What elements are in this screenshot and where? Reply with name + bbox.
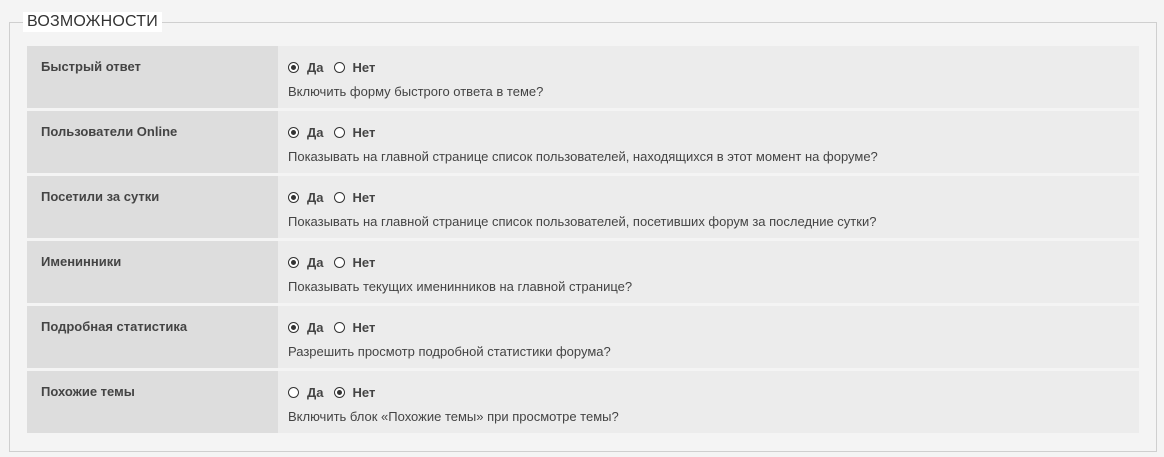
setting-row: Похожие темы Да Нет Включить блок «Похож… bbox=[27, 371, 1139, 433]
setting-label: Быстрый ответ bbox=[27, 46, 278, 108]
option-no[interactable]: Нет bbox=[333, 60, 376, 75]
setting-value: Да Нет Включить форму быстрого ответа в … bbox=[278, 46, 1139, 108]
option-no[interactable]: Нет bbox=[333, 255, 376, 270]
radio-yes[interactable] bbox=[288, 321, 299, 333]
radio-yes[interactable] bbox=[288, 191, 299, 203]
setting-value: Да Нет Показывать на главной странице сп… bbox=[278, 176, 1139, 238]
setting-description: Показывать текущих именинников на главно… bbox=[288, 279, 633, 294]
setting-value: Да Нет Включить блок «Похожие темы» при … bbox=[278, 371, 1139, 433]
option-no-label[interactable]: Нет bbox=[353, 125, 376, 140]
setting-description: Показывать на главной странице список по… bbox=[288, 149, 878, 164]
radio-group: Да Нет bbox=[288, 384, 1139, 400]
setting-description: Включить блок «Похожие темы» при просмот… bbox=[288, 409, 619, 424]
option-yes-label[interactable]: Да bbox=[307, 125, 324, 140]
radio-yes[interactable] bbox=[288, 256, 299, 268]
option-no-label[interactable]: Нет bbox=[353, 60, 376, 75]
setting-description: Разрешить просмотр подробной статистики … bbox=[288, 344, 611, 359]
option-yes-label[interactable]: Да bbox=[307, 60, 324, 75]
option-yes[interactable]: Да bbox=[288, 60, 324, 75]
setting-label: Посетили за сутки bbox=[27, 176, 278, 238]
setting-label: Именинники bbox=[27, 241, 278, 303]
radio-no[interactable] bbox=[333, 61, 345, 73]
radio-group: Да Нет bbox=[288, 189, 1139, 205]
radio-no[interactable] bbox=[333, 386, 345, 398]
setting-row: Подробная статистика Да Нет Разрешить пр… bbox=[27, 306, 1139, 368]
setting-value: Да Нет Показывать на главной странице сп… bbox=[278, 111, 1139, 173]
radio-group: Да Нет bbox=[288, 124, 1139, 140]
radio-group: Да Нет bbox=[288, 254, 1139, 270]
option-no[interactable]: Нет bbox=[333, 385, 376, 400]
setting-label: Подробная статистика bbox=[27, 306, 278, 368]
option-no[interactable]: Нет bbox=[333, 190, 376, 205]
setting-label: Похожие темы bbox=[27, 371, 278, 433]
setting-value: Да Нет Разрешить просмотр подробной стат… bbox=[278, 306, 1139, 368]
option-yes[interactable]: Да bbox=[288, 385, 324, 400]
option-yes-label[interactable]: Да bbox=[307, 190, 324, 205]
setting-description: Показывать на главной странице список по… bbox=[288, 214, 877, 229]
option-no-label[interactable]: Нет bbox=[353, 385, 376, 400]
radio-no[interactable] bbox=[333, 191, 345, 203]
option-yes-label[interactable]: Да bbox=[307, 385, 324, 400]
option-yes-label[interactable]: Да bbox=[307, 320, 324, 335]
setting-description: Включить форму быстрого ответа в теме? bbox=[288, 84, 544, 99]
radio-no[interactable] bbox=[333, 256, 345, 268]
radio-no[interactable] bbox=[333, 126, 345, 138]
option-yes[interactable]: Да bbox=[288, 255, 324, 270]
radio-group: Да Нет bbox=[288, 319, 1139, 335]
option-yes[interactable]: Да bbox=[288, 190, 324, 205]
radio-no[interactable] bbox=[333, 321, 345, 333]
option-yes[interactable]: Да bbox=[288, 320, 324, 335]
setting-row: Быстрый ответ Да Нет Включить форму быст… bbox=[27, 46, 1139, 108]
radio-group: Да Нет bbox=[288, 59, 1139, 75]
setting-row: Пользователи Online Да Нет Показывать на… bbox=[27, 111, 1139, 173]
setting-value: Да Нет Показывать текущих именинников на… bbox=[278, 241, 1139, 303]
setting-label: Пользователи Online bbox=[27, 111, 278, 173]
option-no-label[interactable]: Нет bbox=[353, 190, 376, 205]
radio-yes[interactable] bbox=[288, 61, 299, 73]
setting-row: Посетили за сутки Да Нет Показывать на г… bbox=[27, 176, 1139, 238]
setting-row: Именинники Да Нет Показывать текущих име… bbox=[27, 241, 1139, 303]
section-legend: ВОЗМОЖНОСТИ bbox=[23, 12, 162, 32]
option-no[interactable]: Нет bbox=[333, 320, 376, 335]
option-no-label[interactable]: Нет bbox=[353, 320, 376, 335]
settings-list: Быстрый ответ Да Нет Включить форму быст… bbox=[27, 46, 1139, 436]
radio-yes[interactable] bbox=[288, 126, 299, 138]
radio-yes[interactable] bbox=[288, 386, 299, 398]
option-no-label[interactable]: Нет bbox=[353, 255, 376, 270]
option-yes[interactable]: Да bbox=[288, 125, 324, 140]
option-no[interactable]: Нет bbox=[333, 125, 376, 140]
option-yes-label[interactable]: Да bbox=[307, 255, 324, 270]
